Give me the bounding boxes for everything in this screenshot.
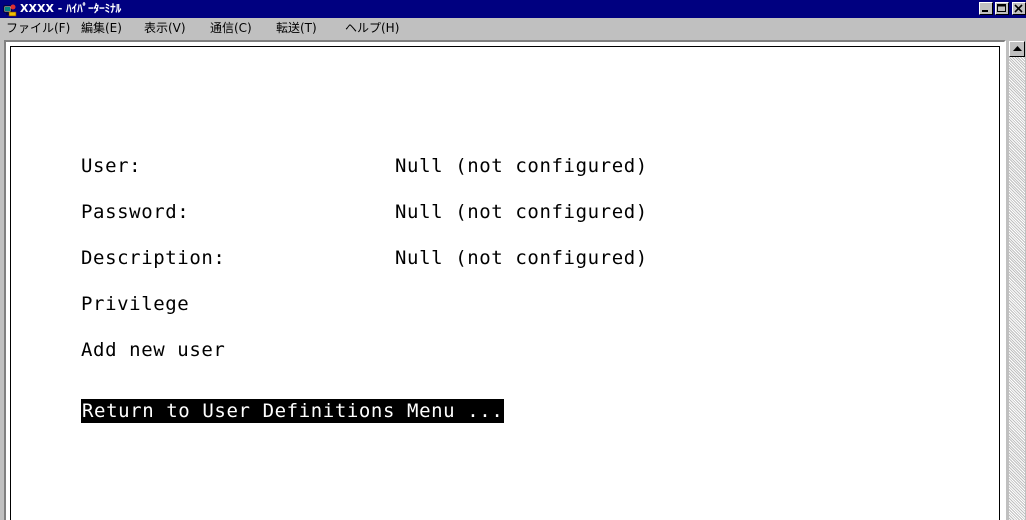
user-value: Null (not configured) — [395, 155, 648, 177]
hyperterminal-window: XXXX - ﾊｲﾊﾟｰﾀｰﾐﾅﾙ ファイル(F) 編集(E) 表示(V) 通信… — [0, 0, 1026, 520]
menu-help[interactable]: ヘルプ(H) — [345, 20, 399, 36]
user-label: User: — [81, 155, 142, 177]
close-button[interactable] — [1012, 2, 1026, 15]
minimize-icon — [982, 10, 988, 12]
menu-communication[interactable]: 通信(C) — [210, 20, 252, 36]
password-label: Password: — [81, 201, 190, 223]
title-bar[interactable]: XXXX - ﾊｲﾊﾟｰﾀｰﾐﾅﾙ — [0, 0, 1026, 18]
description-value: Null (not configured) — [395, 247, 648, 269]
add-new-user-option[interactable]: Add new user — [81, 338, 225, 362]
scroll-up-button[interactable] — [1009, 41, 1025, 57]
maximize-button[interactable] — [995, 2, 1009, 15]
terminal-frame: User: Null (not configured) Password: Nu… — [4, 40, 1006, 520]
minimize-button[interactable] — [979, 2, 993, 15]
menu-transfer[interactable]: 転送(T) — [276, 20, 317, 36]
terminal-screen[interactable]: User: Null (not configured) Password: Nu… — [10, 46, 1000, 520]
window-title: XXXX - ﾊｲﾊﾟｰﾀｰﾐﾅﾙ — [20, 2, 122, 15]
scroll-up-arrow-icon — [1013, 46, 1022, 51]
scroll-track[interactable] — [1009, 57, 1025, 520]
menu-view[interactable]: 表示(V) — [144, 20, 186, 36]
vertical-scrollbar[interactable] — [1008, 40, 1026, 520]
maximize-icon — [997, 4, 1006, 12]
hyperterminal-icon[interactable] — [3, 2, 17, 17]
description-label: Description: — [81, 247, 226, 269]
privilege-option[interactable]: Privilege — [81, 292, 189, 316]
close-icon — [1014, 4, 1023, 13]
menu-file[interactable]: ファイル(F) — [6, 20, 70, 36]
password-value: Null (not configured) — [395, 201, 648, 223]
return-to-user-definitions-option[interactable]: Return to User Definitions Menu ... — [81, 399, 505, 423]
menu-edit[interactable]: 編集(E) — [81, 20, 122, 36]
menu-bar: ファイル(F) 編集(E) 表示(V) 通信(C) 転送(T) ヘルプ(H) — [0, 18, 1026, 38]
